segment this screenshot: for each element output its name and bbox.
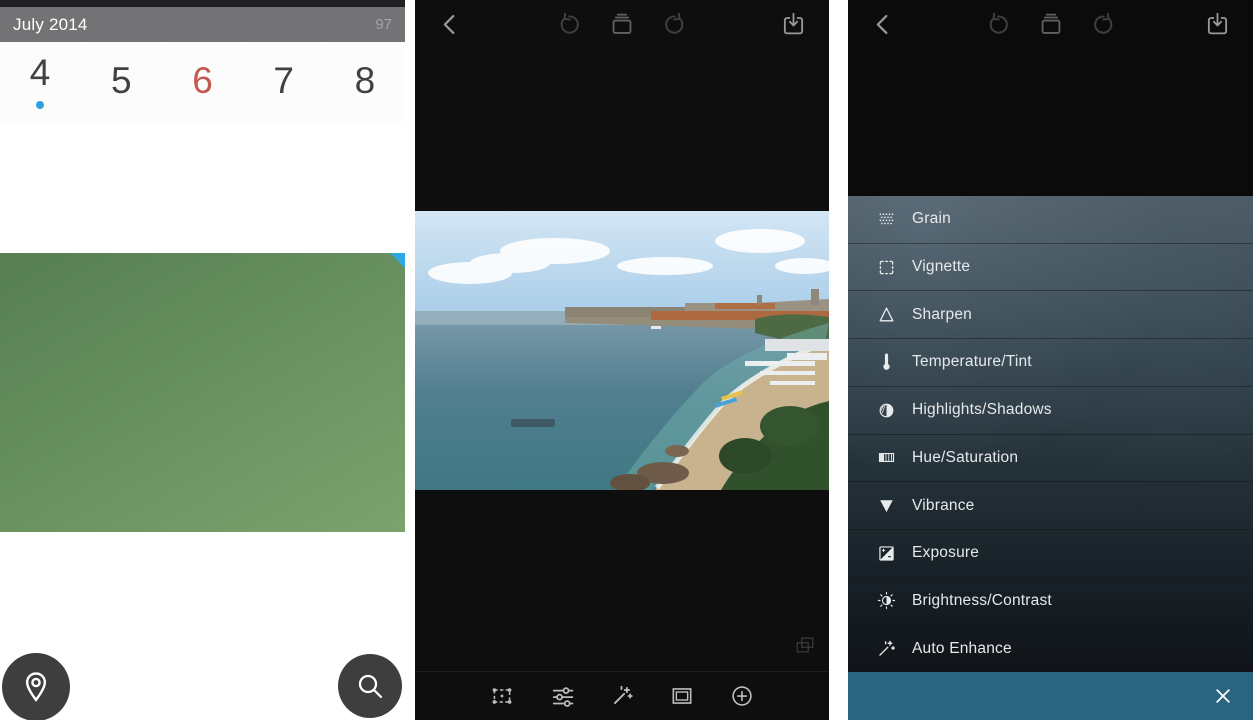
editor-screen [415,0,829,720]
undo-button[interactable] [984,11,1011,38]
close-button[interactable] [1209,682,1237,710]
adjust-item-label: Temperature/Tint [912,353,1032,371]
versions-button[interactable] [1037,11,1064,38]
adjust-button[interactable] [549,683,575,709]
adjust-item-label: Exposure [912,544,979,562]
sync-corner-icon [390,253,405,268]
add-button[interactable] [729,683,755,709]
day-number: 7 [273,62,294,99]
day-number: 5 [111,62,132,99]
editor-top-toolbar [415,0,829,48]
export-button[interactable] [1204,11,1231,38]
adjust-item-temperature-tint[interactable]: Temperature/Tint [848,339,1253,387]
export-button[interactable] [780,11,807,38]
day-cell: 6 [162,42,242,122]
day-cell: 5 [81,42,161,122]
adjust-icon [549,683,575,709]
sharpen-icon [876,304,897,325]
undo-icon [556,11,583,38]
crop-icon [489,683,515,709]
search-fab-icon [354,670,386,702]
highlights-icon [876,400,897,421]
export-icon [1204,11,1231,38]
adjust-item-exposure[interactable]: Exposure [848,530,1253,578]
adjust-menu-bar [848,672,1253,720]
adjust-item-label: Auto Enhance [912,640,1012,658]
back-icon [870,11,897,38]
library-screen: July 2014 97 43264 x 24483264 x 24483264… [0,0,405,720]
adjust-item-vibrance[interactable]: Vibrance [848,482,1253,530]
frame-icon [669,683,695,709]
day-cell: 8 [325,42,405,122]
redo-icon [662,11,689,38]
photo-count: 97 [375,16,392,33]
versions-icon [1037,11,1064,38]
day-number: 6 [192,62,213,99]
exposure-icon [876,543,897,564]
frame-button[interactable] [669,683,695,709]
close-icon [1213,686,1233,706]
month-title: July 2014 [13,15,88,35]
add-icon [729,683,755,709]
adjust-item-label: Highlights/Shadows [912,401,1052,419]
map-button[interactable] [2,653,70,720]
enhance-button[interactable] [609,683,635,709]
photo-thumbnail[interactable] [0,253,405,532]
versions-button[interactable] [609,11,636,38]
compare-button[interactable] [794,634,816,656]
adjust-item-highlights-shadows[interactable]: Highlights/Shadows [848,387,1253,435]
crop-button[interactable] [489,683,515,709]
vignette-icon [876,257,897,278]
day-cell: 7 [244,42,324,122]
brightness-icon [876,590,897,611]
back-icon [437,11,464,38]
export-icon [780,11,807,38]
adjust-item-label: Vibrance [912,497,975,515]
vibrance-icon [876,495,897,516]
back-button[interactable] [870,11,897,38]
redo-button[interactable] [1090,11,1117,38]
temperature-icon [876,352,897,373]
autoenhance-icon [876,638,897,659]
adjust-item-hue-saturation[interactable]: Hue/Saturation [848,435,1253,483]
grain-icon [876,209,897,230]
redo-button[interactable] [662,11,689,38]
adjust-top-toolbar [848,0,1253,48]
photo-grid: 43264 x 24483264 x 24483264 x 24485472 x… [0,42,405,720]
adjust-item-label: Hue/Saturation [912,449,1018,467]
day-cell: 4 [0,42,80,122]
adjust-item-grain[interactable]: Grain [848,196,1253,244]
statusbar-strip [0,0,405,7]
adjust-item-label: Grain [912,210,951,228]
adjust-item-sharpen[interactable]: Sharpen [848,291,1253,339]
adjust-item-auto-enhance[interactable]: Auto Enhance [848,625,1253,672]
adjust-item-label: Vignette [912,258,970,276]
location-fab-icon [18,669,54,705]
app-window: July 2014 97 43264 x 24483264 x 24483264… [0,0,1253,720]
editor-bottom-toolbar [415,671,829,720]
back-button[interactable] [437,11,464,38]
compare-icon [794,634,816,656]
search-button[interactable] [338,654,402,718]
hue-icon [876,447,897,468]
day-number: 4 [30,54,51,91]
adjust-icon [554,688,573,706]
enhance-icon [609,683,635,709]
undo-icon [984,11,1011,38]
versions-icon [609,11,636,38]
adjust-menu-list: Grain Vignette Sharpen Temperature/Tint High… [848,195,1253,672]
day-number: 8 [355,62,376,99]
undo-button[interactable] [556,11,583,38]
editor-photo-canvas[interactable] [415,211,829,490]
editor-adjust-screen: Grain Vignette Sharpen Temperature/Tint High… [848,0,1253,720]
day-marker-dot [36,101,44,109]
library-header: July 2014 97 [0,7,405,42]
adjust-item-brightness-contrast[interactable]: Brightness/Contrast [848,578,1253,626]
adjust-item-vignette[interactable]: Vignette [848,244,1253,292]
redo-icon [1090,11,1117,38]
adjust-item-label: Sharpen [912,306,972,324]
adjust-item-label: Brightness/Contrast [912,592,1052,610]
